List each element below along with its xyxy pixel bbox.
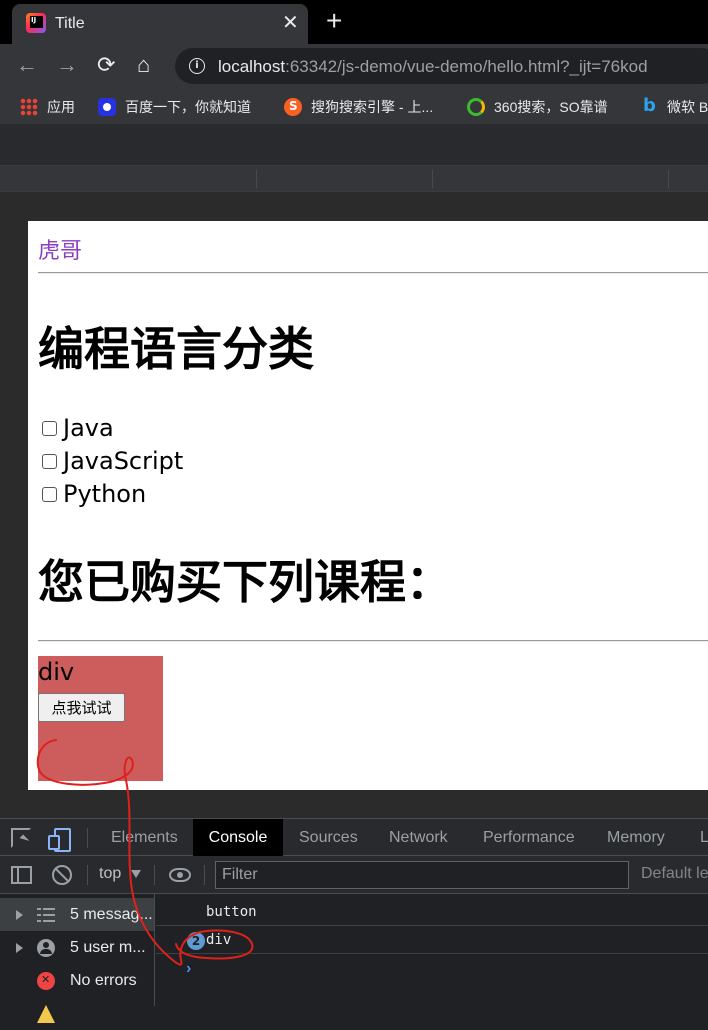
visited-link[interactable]: 虎哥 <box>38 233 82 265</box>
devtools-tab-bar: Elements Console Sources Network Perform… <box>0 818 708 856</box>
heading-languages: 编程语言分类 <box>38 322 314 376</box>
tab-close-icon[interactable]: ✕ <box>282 11 299 35</box>
browser-toolbar: ← → ⟳ ⌂ i localhost:63342/js-demo/vue-de… <box>0 44 708 88</box>
dropdown-arrow-icon[interactable] <box>131 870 141 878</box>
media-query-ruler <box>0 166 708 192</box>
python-checkbox[interactable] <box>42 486 57 502</box>
url-text: localhost:63342/js-demo/vue-demo/hello.h… <box>218 57 648 76</box>
try-me-button[interactable]: 点我试试 <box>38 693 125 722</box>
warning-icon <box>37 1005 55 1023</box>
error-icon <box>37 972 55 990</box>
java-checkbox[interactable] <box>42 420 57 436</box>
console-message[interactable]: 2 div <box>156 927 708 954</box>
checkbox-row-python[interactable]: Python <box>42 480 146 508</box>
clear-console-icon[interactable] <box>52 865 72 885</box>
console-toolbar: top Default le <box>0 856 708 894</box>
page-viewport: · · · · · · · · · · · · · · · · · 虎哥 编程语… <box>28 221 708 790</box>
live-expression-eye-icon[interactable] <box>169 868 191 882</box>
bing-icon <box>640 95 658 116</box>
expand-arrow-icon[interactable] <box>16 910 23 920</box>
sidebar-item-warnings[interactable] <box>0 997 154 1030</box>
checkbox-label: Python <box>63 480 147 508</box>
intellij-favicon-icon <box>26 13 46 33</box>
bookmarks-bar: 应用 百度一下，你就知道 搜狗搜索引擎 - 上... 360搜索，SO靠谱 微软… <box>0 88 708 124</box>
back-icon[interactable]: ← <box>16 52 38 78</box>
tab-strip: Title ✕ + <box>0 0 708 44</box>
new-tab-icon[interactable]: + <box>326 6 342 36</box>
browser-tab[interactable]: Title ✕ <box>12 4 308 44</box>
tab-sources[interactable]: Sources <box>299 819 358 856</box>
device-toolbar <box>0 124 708 166</box>
reload-icon[interactable]: ⟳ <box>97 52 115 78</box>
clipped-text: · · · · · · · · · · · · · · · · · <box>48 221 282 228</box>
home-icon[interactable]: ⌂ <box>137 52 150 78</box>
console-message[interactable]: button <box>156 899 708 926</box>
info-icon[interactable]: i <box>189 58 205 74</box>
checkbox-row-java[interactable]: Java <box>42 414 114 442</box>
heading-bought-courses: 您已购买下列课程： <box>38 555 452 609</box>
console-prompt-icon[interactable]: › <box>186 960 191 978</box>
sidebar-item-user-messages[interactable]: 5 user m... <box>0 931 154 964</box>
checkbox-label: JavaScript <box>63 447 184 475</box>
tab-title: Title <box>55 15 85 32</box>
apps-grid-icon <box>20 98 38 116</box>
console-body: 5 messag... 5 user m... No errors button… <box>0 894 708 1023</box>
javascript-checkbox[interactable] <box>42 453 57 469</box>
sidebar-toggle-icon[interactable] <box>11 866 32 884</box>
console-sidebar: 5 messag... 5 user m... No errors <box>0 894 155 1023</box>
div-label: div <box>38 658 75 686</box>
filter-input[interactable] <box>215 861 629 889</box>
expand-arrow-icon[interactable] <box>16 943 23 953</box>
address-bar[interactable]: i localhost:63342/js-demo/vue-demo/hello… <box>175 48 708 84</box>
tab-memory[interactable]: Memory <box>607 819 665 856</box>
tab-network[interactable]: Network <box>389 819 448 856</box>
repeat-count-badge: 2 <box>187 932 205 950</box>
tab-overflow[interactable]: L <box>700 819 708 856</box>
sidebar-item-errors[interactable]: No errors <box>0 964 154 997</box>
baidu-icon <box>98 98 116 116</box>
context-select[interactable]: top <box>99 865 121 883</box>
log-levels-dropdown[interactable]: Default le <box>641 865 708 883</box>
tab-console[interactable]: Console <box>193 819 283 856</box>
bookmark-bing[interactable]: 微软 B <box>640 95 708 117</box>
bookmark-sogou[interactable]: 搜狗搜索引擎 - 上... <box>284 97 433 117</box>
forward-icon[interactable]: → <box>56 52 78 78</box>
bookmark-360[interactable]: 360搜索，SO靠谱 <box>467 97 608 117</box>
horizontal-rule <box>38 272 708 274</box>
sogou-icon <box>284 98 302 116</box>
list-icon <box>37 906 55 924</box>
checkbox-row-javascript[interactable]: JavaScript <box>42 447 183 475</box>
360-search-icon <box>467 98 485 116</box>
device-toggle-icon[interactable] <box>48 828 71 852</box>
tab-elements[interactable]: Elements <box>111 819 178 856</box>
red-div-container[interactable]: div 点我试试 <box>38 656 163 781</box>
user-icon <box>37 939 55 957</box>
horizontal-rule <box>38 640 708 642</box>
bookmark-apps[interactable]: 应用 <box>20 97 75 117</box>
inspect-element-icon[interactable] <box>11 828 31 848</box>
bookmark-baidu[interactable]: 百度一下，你就知道 <box>98 97 251 117</box>
tab-performance[interactable]: Performance <box>483 819 575 856</box>
checkbox-label: Java <box>63 414 114 442</box>
sidebar-item-messages[interactable]: 5 messag... <box>0 898 154 931</box>
